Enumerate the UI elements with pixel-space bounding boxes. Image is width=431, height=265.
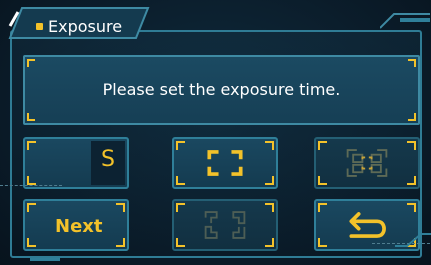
- corner-mark: [116, 238, 125, 247]
- corner-mark: [27, 113, 35, 121]
- corner-mark: [27, 141, 36, 150]
- title-tab: Exposure: [8, 6, 150, 40]
- decorative-line: [0, 185, 62, 187]
- crop-frame-button[interactable]: [172, 199, 278, 251]
- corner-mark: [408, 59, 416, 67]
- focus-frame-icon: [346, 149, 388, 177]
- corner-decoration: [380, 13, 430, 29]
- fullscreen-button[interactable]: [172, 137, 278, 189]
- panel-title: Exposure: [48, 17, 123, 36]
- title-marker-icon: [36, 23, 43, 30]
- next-label: Next: [55, 216, 103, 237]
- instruction-text: Please set the exposure time.: [102, 80, 341, 99]
- corner-decoration-bottom: [395, 233, 431, 247]
- shutter-speed-button[interactable]: S: [23, 137, 129, 189]
- corner-mark: [27, 176, 36, 185]
- corner-mark: [27, 203, 36, 212]
- corner-mark: [116, 203, 125, 212]
- message-box: Please set the exposure time.: [23, 55, 420, 125]
- fullscreen-corners-icon: [207, 150, 243, 176]
- corner-mark: [27, 238, 36, 247]
- focus-frame-button[interactable]: [314, 137, 420, 189]
- shutter-value: S: [101, 147, 115, 172]
- crop-frame-icon: [204, 211, 246, 239]
- bottom-accent: [30, 258, 60, 261]
- corner-mark: [27, 59, 35, 67]
- corner-mark: [408, 113, 416, 121]
- exposure-screen: Exposure Please set the exposure time. S: [0, 0, 431, 265]
- shutter-value-box: S: [91, 141, 125, 185]
- next-button[interactable]: Next: [23, 199, 129, 251]
